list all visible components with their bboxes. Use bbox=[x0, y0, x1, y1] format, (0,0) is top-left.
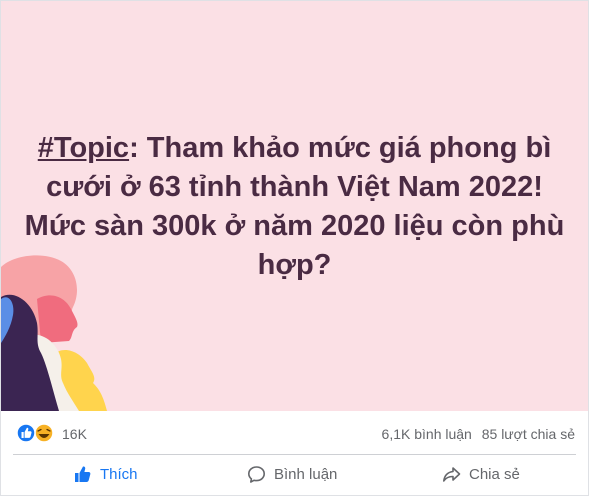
haha-reaction-icon bbox=[34, 423, 54, 443]
share-count[interactable]: 85 lượt chia sẻ bbox=[482, 426, 575, 442]
like-icon bbox=[75, 466, 91, 482]
like-reaction-icon bbox=[16, 423, 36, 443]
comment-label: Bình luận bbox=[274, 465, 338, 483]
engagement-stats: 16K 6,1K bình luận 85 lượt chia sẻ bbox=[1, 412, 588, 454]
post-actions: Thích Bình luận Chia sẻ bbox=[1, 456, 588, 492]
share-icon bbox=[443, 466, 461, 482]
reaction-count[interactable]: 16K bbox=[62, 426, 87, 442]
post-image-banner[interactable]: #Topic: Tham khảo mức giá phong bì cưới … bbox=[1, 1, 588, 411]
comment-button[interactable]: Bình luận bbox=[247, 458, 337, 490]
share-button[interactable]: Chia sẻ bbox=[442, 458, 520, 490]
like-button[interactable]: Thích bbox=[74, 458, 138, 490]
like-label: Thích bbox=[100, 465, 138, 483]
comment-share-counts: 6,1K bình luận 85 lượt chia sẻ bbox=[376, 426, 575, 442]
divider bbox=[13, 454, 576, 455]
topic-hashtag-link[interactable]: #Topic bbox=[38, 132, 129, 164]
comment-count[interactable]: 6,1K bình luận bbox=[382, 426, 472, 442]
reaction-icons[interactable] bbox=[16, 423, 56, 443]
faces-illustration bbox=[1, 255, 107, 411]
comment-icon bbox=[248, 465, 265, 483]
post-card: #Topic: Tham khảo mức giá phong bì cưới … bbox=[0, 0, 589, 496]
share-label: Chia sẻ bbox=[469, 465, 520, 483]
